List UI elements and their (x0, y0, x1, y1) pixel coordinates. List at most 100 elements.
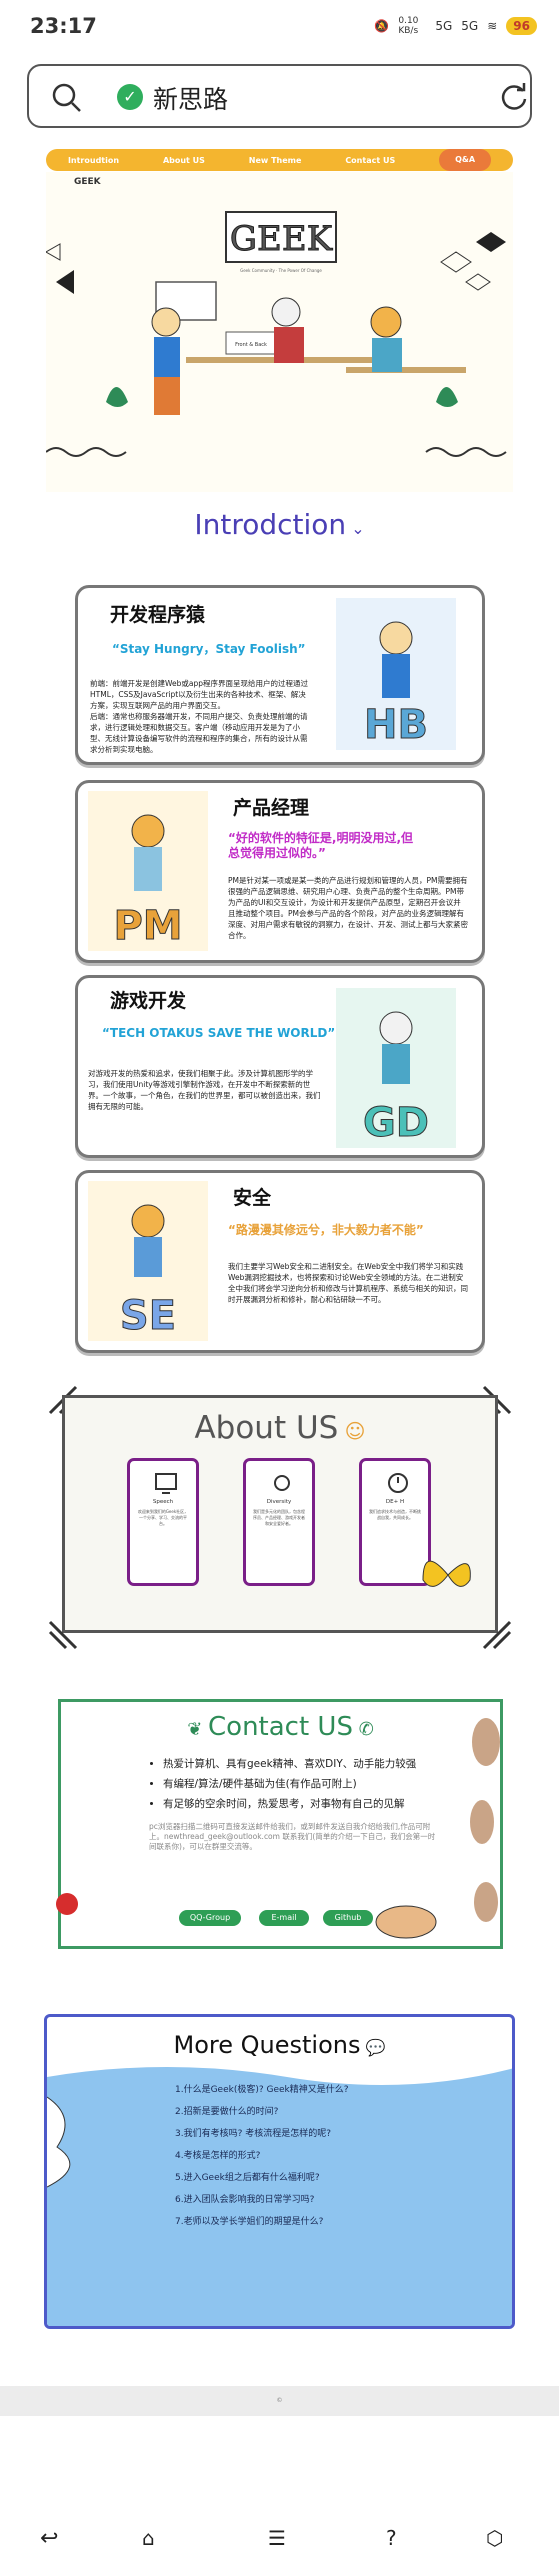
vine-decoration (470, 1718, 500, 1922)
question-item[interactable]: 7.老师以及学长学姐们的期望是什么? (175, 2211, 349, 2233)
hero-illustration: GEEK GEEK Geek Community · The Power Of … (44, 172, 513, 492)
questions-list: 1.什么是Geek(极客)? Geek精神又是什么? 2.招新是要做什么的时间?… (175, 2079, 349, 2233)
intro-section-title: Introdction ⌄ (0, 508, 559, 541)
intro-title-text: Introdction (194, 508, 347, 541)
svg-text:HB: HB (364, 702, 428, 748)
browser-bottom-bar: ↩ ⌂ ☰ ? ⬡ (0, 2526, 559, 2560)
help-icon[interactable]: ? (386, 2526, 397, 2550)
sun-icon (274, 1475, 290, 1491)
card-product-manager: PM 产品经理 “好的软件的特征是,明明没用过,但总觉得用过似的。” PM是针对… (75, 780, 485, 963)
contact-title: ❦ Contact US ✆ (61, 1712, 500, 1742)
contact-section: ❦ Contact US ✆ 热爱计算机、具有geek精神、喜欢DIY、动手能力… (58, 1699, 503, 1949)
contact-item: 热爱计算机、具有geek精神、喜欢DIY、动手能力较强 (163, 1754, 416, 1774)
card-desc: PM是针对某一项或是某一类的产品进行规划和管理的人员，PM需要拥有很强的产品逻辑… (228, 876, 468, 940)
contact-item: 有足够的空余时间，热爱思考，对事物有自己的见解 (163, 1794, 416, 1814)
about-card-label: Diversity (266, 1499, 292, 1505)
questions-section: More Questions 💬 1.什么是Geek(极客)? Geek精神又是… (44, 2014, 515, 2329)
address-bar[interactable]: ✓ 新思路 (27, 64, 532, 128)
card-desc: 我们主要学习Web安全和二进制安全。在Web安全中我们将学习和实践Web漏洞挖掘… (228, 1262, 468, 1304)
signal-icon: 5G (435, 19, 453, 33)
phone-icon: ✆ (352, 1719, 374, 1740)
card-security: SE 安全 “路漫漫其修远兮，非大毅力者不能” 我们主要学习Web安全和二进制安… (75, 1170, 485, 1353)
back-icon[interactable]: ↩ (40, 2526, 58, 2551)
about-card-diversity: Diversity 我们是多元化的团队，包含程序员、产品经理、游戏开发者和安全爱… (243, 1458, 315, 1586)
about-card-text: 我们是多元化的团队，包含程序员、产品经理、游戏开发者和安全爱好者。 (253, 1509, 305, 1526)
about-title-text: About US (194, 1410, 339, 1446)
qq-group-button[interactable]: QQ-Group (179, 1910, 241, 1926)
chevron-down-icon[interactable]: ⌄ (346, 519, 364, 538)
reload-icon[interactable] (499, 82, 529, 112)
about-card-label: Speech (152, 1499, 174, 1505)
question-item[interactable]: 3.我们有考核吗? 考核流程是怎样的呢? (175, 2123, 349, 2145)
card-game-dev: 游戏开发 “TECH OTAKUS SAVE THE WORLD” 对游戏开发的… (75, 975, 485, 1158)
security-illustration: SE (88, 1181, 208, 1341)
questions-title-text: More Questions (173, 2031, 361, 2059)
nav-qa[interactable]: Q&A (439, 149, 492, 171)
ladybug-icon (56, 1893, 78, 1915)
svg-text:Front & Back: Front & Back (235, 342, 267, 348)
hero-mini-logo: GEEK (74, 177, 102, 187)
about-card-text: 我们追求技术与创造，不断挑战自我，共同成长。 (369, 1509, 421, 1520)
card-title: 产品经理 (233, 797, 310, 819)
question-item[interactable]: 4.考核是怎样的形式? (175, 2145, 349, 2167)
svg-text:Geek Community · The Power Of: Geek Community · The Power Of Change (240, 268, 322, 273)
card-quote: “TECH OTAKUS SAVE THE WORLD” (102, 1026, 336, 1040)
card-title: 开发程序猿 (110, 604, 206, 626)
battery-badge: 96 (506, 17, 537, 35)
nav-introduction[interactable]: Introudtion (68, 156, 119, 165)
monitor-icon (155, 1473, 177, 1494)
nav-about[interactable]: About US (163, 156, 205, 165)
wifi-icon: ≋ (487, 19, 498, 33)
svg-text:PM: PM (113, 903, 182, 949)
corner-decoration (482, 1620, 512, 1650)
question-item[interactable]: 1.什么是Geek(极客)? Geek精神又是什么? (175, 2079, 349, 2101)
corner-decoration (48, 1620, 78, 1650)
chat-icon: 💬 (360, 2038, 386, 2057)
svg-text:GD: GD (363, 1100, 429, 1146)
nav-new-theme[interactable]: New Theme (249, 156, 302, 165)
home-icon[interactable]: ⌂ (142, 2526, 155, 2550)
about-title: About US ☺ (65, 1410, 495, 1446)
about-card-text: 欢迎来到我们的Geek社区，一个分享、学习、交流的平台。 (137, 1509, 189, 1526)
search-icon[interactable] (51, 82, 83, 114)
hero-logo: GEEK (230, 219, 333, 259)
contact-title-text: Contact US (208, 1712, 353, 1742)
net-speed: 0.10 KB/s (398, 16, 419, 36)
card-desc: 前端：前端开发是创建Web或app程序界面呈现给用户的过程通过HTML，CSS及… (90, 679, 308, 754)
leaf-icon: ❦ (187, 1719, 209, 1740)
mouse-illustration (375, 1905, 437, 1939)
mute-icon: 🔕 (374, 19, 390, 33)
card-quote: “Stay Hungry，Stay Foolish” (112, 642, 306, 656)
contact-note: pc浏览器扫描二维码可直接发送邮件给我们，或到邮件发送自我介绍给我们,作品可附上… (149, 1822, 436, 1851)
game-illustration: GD (336, 988, 456, 1148)
questions-title: More Questions 💬 (47, 2031, 512, 2059)
nav-contact[interactable]: Contact US (345, 156, 395, 165)
contact-item: 有编程/算法/硬件基础为佳(有作品可附上) (163, 1774, 416, 1794)
card-title: 安全 (233, 1187, 272, 1209)
question-item[interactable]: 5.进入Geek组之后都有什么福利呢? (175, 2167, 349, 2189)
card-quote: “路漫漫其修远兮，非大毅力者不能” (228, 1223, 424, 1237)
about-card-speech: Speech 欢迎来到我们的Geek社区，一个分享、学习、交流的平台。 (127, 1458, 199, 1586)
card-title: 游戏开发 (110, 990, 187, 1012)
menu-icon[interactable]: ☰ (268, 2526, 286, 2550)
question-item[interactable]: 2.招新是要做什么的时间? (175, 2101, 349, 2123)
status-bar: 23:17 🔕 0.10 KB/s 5G 5G ≋ 96 (0, 0, 559, 58)
status-time: 23:17 (30, 14, 97, 38)
card-developer: 开发程序猿 “Stay Hungry，Stay Foolish” 前端：前端开发… (75, 585, 485, 765)
page-title[interactable]: 新思路 (153, 80, 228, 116)
question-item[interactable]: 6.进入团队会影响我的日常学习吗? (175, 2189, 349, 2211)
clock-icon (388, 1473, 408, 1493)
contact-requirements: 热爱计算机、具有geek精神、喜欢DIY、动手能力较强 有编程/算法/硬件基础为… (163, 1754, 416, 1814)
tabs-icon[interactable]: ⬡ (486, 2526, 503, 2550)
page-footer: © (0, 2386, 559, 2416)
person-icon: ☺ (338, 1419, 366, 1443)
status-icons: 🔕 0.10 KB/s 5G 5G ≋ 96 (374, 16, 537, 36)
card-quote: “好的软件的特征是,明明没用过,但总觉得用过似的。” (228, 831, 414, 860)
card-desc: 对游戏开发的热爱和追求，使我们相聚于此。涉及计算机图形学的学习，我们使用Unit… (88, 1069, 321, 1111)
top-nav: Introudtion About US New Theme Contact U… (46, 149, 513, 171)
secure-shield-icon: ✓ (117, 84, 143, 110)
hero-art: GEEK GEEK Geek Community · The Power Of … (44, 177, 507, 457)
pm-illustration: PM (88, 791, 208, 951)
about-card-label: DE+ H (385, 1499, 405, 1505)
email-button[interactable]: E-mail (259, 1910, 309, 1926)
